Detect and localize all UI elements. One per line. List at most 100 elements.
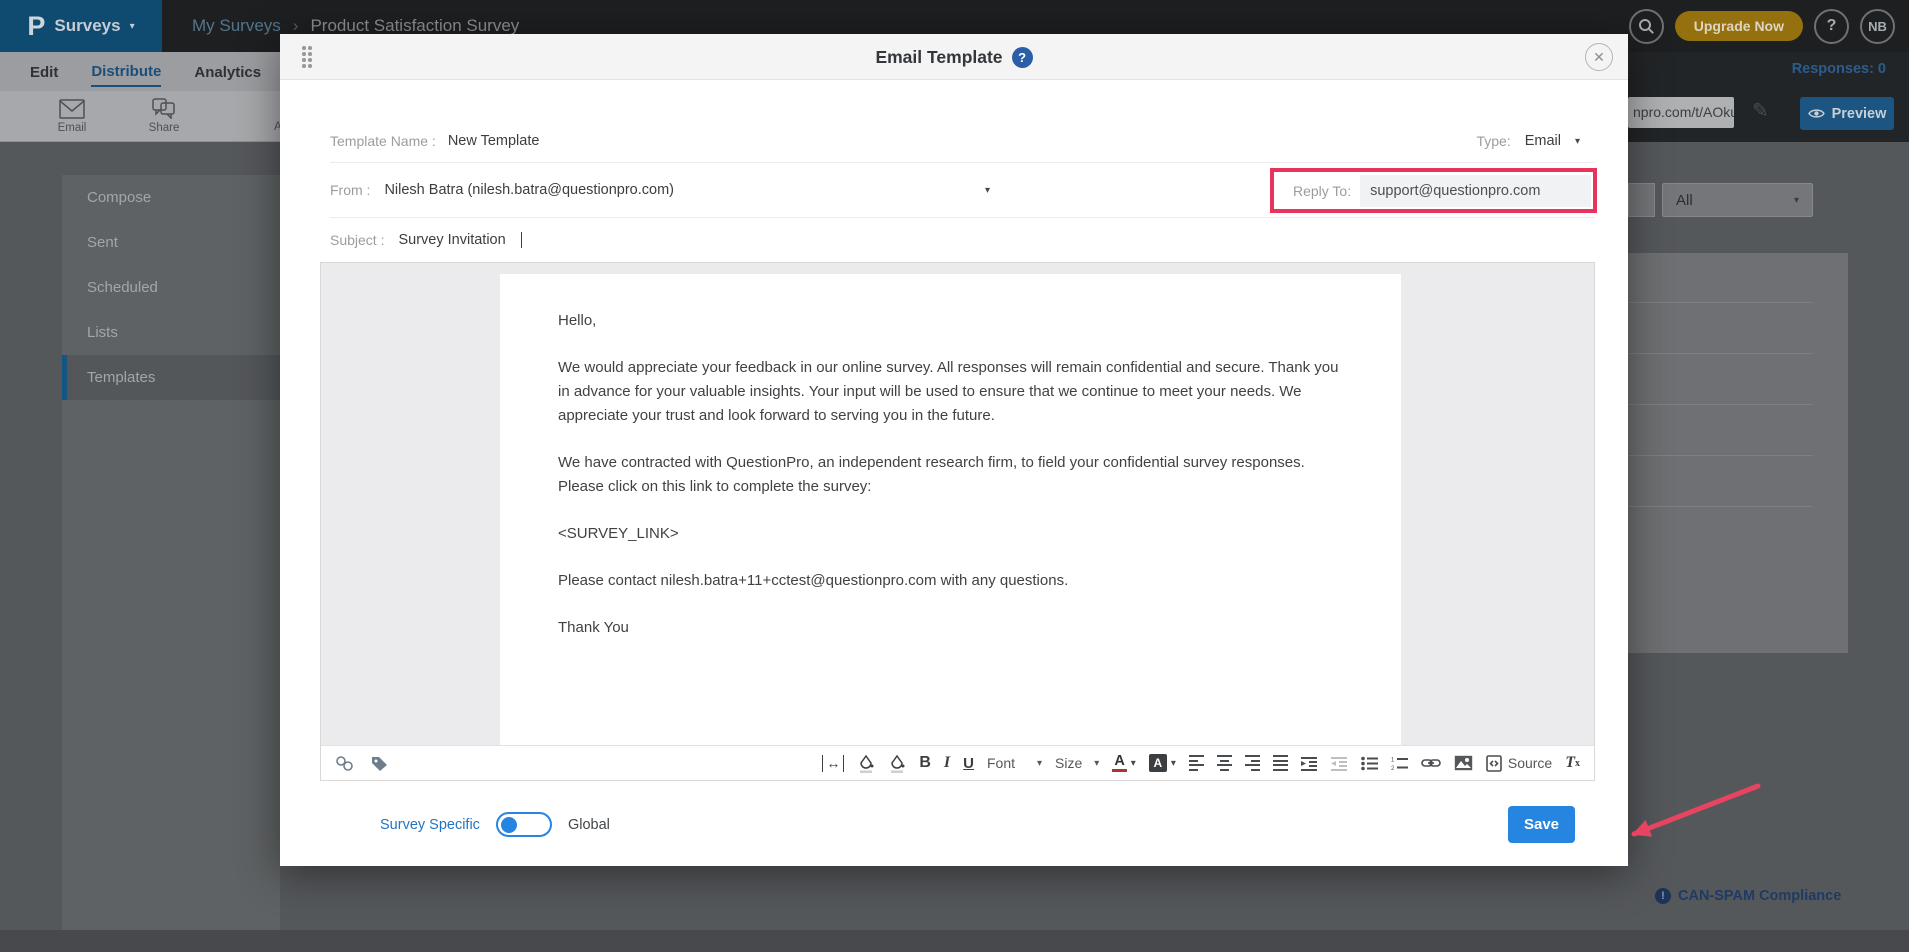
bulleted-list-button[interactable] — [1361, 750, 1378, 776]
dialog-header: Email Template ? ✕ — [280, 34, 1628, 80]
justify-button[interactable] — [1272, 750, 1288, 776]
info-icon: ! — [1655, 888, 1671, 904]
eye-icon — [1807, 109, 1825, 118]
list-row-divider — [1628, 302, 1813, 303]
type-dropdown[interactable]: Type: Email ▾ — [1476, 133, 1580, 149]
font-dropdown[interactable]: Font ▾ — [987, 750, 1042, 776]
background-color-button[interactable]: A ▾ — [1148, 750, 1176, 776]
save-button[interactable]: Save — [1508, 806, 1575, 843]
sidebar-item-compose[interactable]: Compose — [62, 175, 280, 220]
drag-handle-icon[interactable] — [302, 46, 312, 68]
share-label: Share — [148, 122, 180, 134]
templates-filter-dropdown[interactable]: All ▾ — [1662, 183, 1813, 217]
edit-url-pencil-icon[interactable]: ✎ — [1752, 98, 1769, 123]
list-row-divider — [1628, 404, 1813, 405]
email-template-dialog: Email Template ? ✕ Template Name : New T… — [280, 34, 1628, 866]
filter-value: All — [1676, 191, 1693, 209]
page-bottom-strip — [0, 930, 1909, 952]
search-icon — [1638, 18, 1654, 34]
share-icon — [152, 98, 175, 119]
can-spam-label: CAN-SPAM Compliance — [1678, 888, 1842, 904]
size-dropdown[interactable]: Size ▾ — [1055, 750, 1099, 776]
user-avatar[interactable]: NB — [1860, 8, 1895, 44]
sidebar-item-lists[interactable]: Lists — [62, 310, 280, 355]
insert-image-button[interactable] — [1454, 750, 1473, 776]
tab-analytics[interactable]: Analytics — [194, 57, 261, 86]
scope-toggle[interactable] — [495, 812, 552, 837]
align-center-button[interactable] — [1216, 750, 1232, 776]
page-background-button[interactable] — [857, 750, 875, 776]
editor-canvas: Hello, We would appreciate your feedback… — [321, 263, 1594, 745]
type-value: Email — [1524, 133, 1561, 149]
source-button[interactable]: Source — [1486, 750, 1552, 776]
chevron-down-icon: ▾ — [1094, 757, 1100, 769]
preview-label: Preview — [1831, 105, 1887, 122]
tab-distribute[interactable]: Distribute — [91, 56, 162, 87]
distribute-share-button[interactable]: Share — [118, 91, 210, 141]
email-label: Email — [57, 121, 87, 134]
reply-to-input[interactable]: support@questionpro.com — [1360, 174, 1592, 207]
fill-bucket-icon — [860, 754, 874, 773]
tab-edit[interactable]: Edit — [30, 57, 58, 86]
underline-button[interactable]: U — [963, 750, 974, 776]
sidebar-item-scheduled[interactable]: Scheduled — [62, 265, 280, 310]
link-icon — [1421, 759, 1441, 767]
sidebar-item-templates[interactable]: Templates — [62, 355, 280, 400]
tag-icon — [372, 756, 387, 771]
search-button[interactable] — [1628, 8, 1664, 44]
text-background-button[interactable] — [888, 750, 906, 776]
insert-link-button[interactable] — [1421, 750, 1441, 776]
align-right-button[interactable] — [1244, 750, 1260, 776]
close-button[interactable]: ✕ — [1585, 43, 1613, 71]
breadcrumb-my-surveys[interactable]: My Surveys — [192, 16, 281, 36]
align-left-button[interactable] — [1188, 750, 1204, 776]
top-bar-actions: Upgrade Now ? NB — [1628, 0, 1895, 52]
dialog-footer: Survey Specific Global Save — [330, 781, 1595, 843]
sidebar-item-sent[interactable]: Sent — [62, 220, 280, 265]
bold-button[interactable]: B — [919, 750, 931, 776]
from-value[interactable]: Nilesh Batra (nilesh.batra@questionpro.c… — [384, 182, 674, 198]
template-name-value[interactable]: New Template — [448, 133, 540, 149]
chevron-down-icon: ▾ — [1793, 194, 1799, 206]
survey-header-right: Responses: 0 npro.com/t/AOku ✎ Preview — [1628, 52, 1909, 142]
type-label: Type: — [1476, 133, 1511, 149]
merge-tag-button[interactable] — [370, 750, 389, 776]
remove-format-button[interactable]: Tx — [1565, 750, 1580, 776]
email-body-content[interactable]: Hello, We would appreciate your feedback… — [500, 274, 1401, 745]
insert-anchor-button[interactable] — [335, 750, 354, 776]
template-name-label: Template Name : — [330, 133, 436, 149]
email-body-editor: Hello, We would appreciate your feedback… — [320, 262, 1595, 781]
text-cursor — [520, 232, 523, 248]
outdent-icon — [1330, 756, 1347, 771]
source-label: Source — [1507, 755, 1553, 771]
help-button[interactable]: ? — [1814, 8, 1849, 44]
text-color-button[interactable]: A ▾ — [1112, 750, 1136, 776]
preview-button[interactable]: Preview — [1800, 97, 1894, 130]
subject-input[interactable]: Survey Invitation — [398, 232, 505, 248]
numbered-list-button[interactable]: 12 — [1391, 750, 1408, 776]
indent-button[interactable] — [1300, 750, 1318, 776]
templates-list-panel — [1628, 253, 1848, 653]
distribute-email-button[interactable]: Email — [26, 91, 118, 141]
upgrade-now-button[interactable]: Upgrade Now — [1674, 11, 1803, 41]
italic-button[interactable]: I — [944, 750, 950, 776]
set-width-button[interactable]: ↔ — [822, 750, 845, 776]
close-icon: ✕ — [1593, 48, 1605, 65]
survey-url-input[interactable]: npro.com/t/AOku — [1628, 97, 1734, 128]
chevron-down-icon: ▾ — [1037, 757, 1043, 769]
breadcrumb-current-survey: Product Satisfaction Survey — [310, 16, 520, 35]
fill-bucket-icon — [891, 754, 905, 773]
subject-label: Subject : — [330, 232, 385, 248]
product-switcher[interactable]: P Surveys ▾ — [0, 0, 162, 52]
reply-to-label: Reply To: — [1293, 182, 1352, 199]
justify-icon — [1272, 753, 1288, 774]
outdent-button[interactable] — [1330, 750, 1348, 776]
from-dropdown-caret-icon[interactable]: ▾ — [985, 185, 990, 196]
list-row-divider — [1628, 455, 1813, 456]
breadcrumb-separator: › — [292, 16, 299, 35]
dialog-help-icon[interactable]: ? — [1011, 46, 1033, 68]
can-spam-link[interactable]: ! CAN-SPAM Compliance — [1655, 888, 1841, 904]
responses-count[interactable]: Responses: 0 — [1792, 61, 1886, 77]
global-label: Global — [567, 816, 610, 833]
from-label: From : — [330, 182, 371, 198]
